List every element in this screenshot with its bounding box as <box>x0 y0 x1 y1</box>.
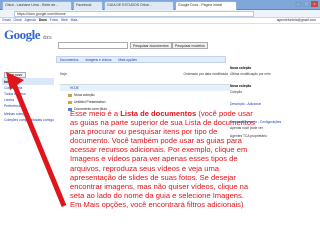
callout-lead: Esse meio é a <box>70 109 121 118</box>
callout-bold: Lista de documentos <box>120 109 197 118</box>
instruction-callout: Esse meio é a Lista de documentos (você … <box>70 109 256 209</box>
callout-body: (você pode usar as guias na parte superi… <box>70 109 255 209</box>
